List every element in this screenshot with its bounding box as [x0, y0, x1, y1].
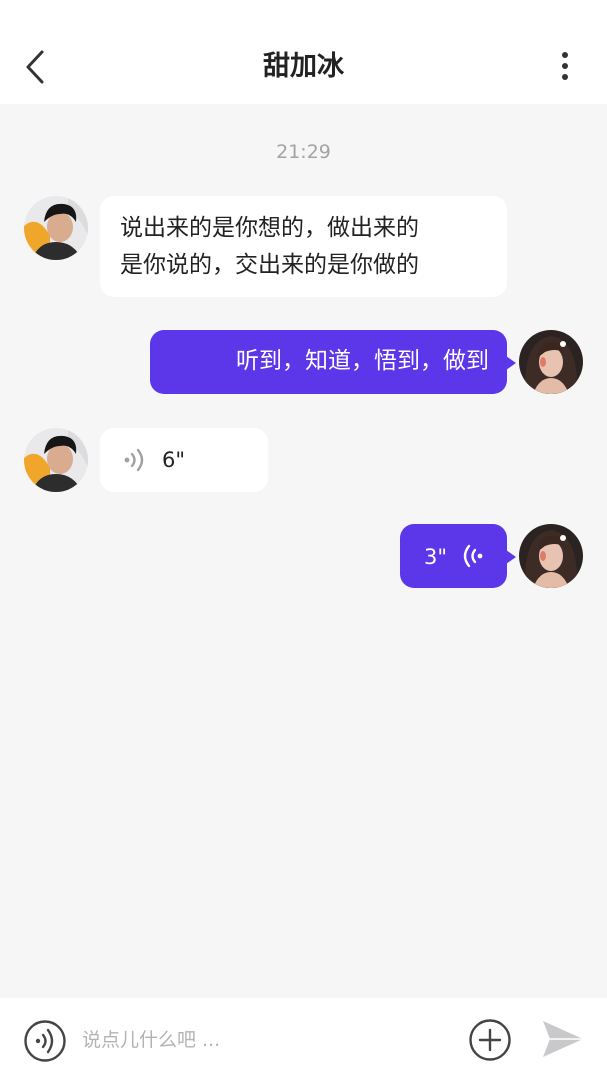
voice-wave-icon	[124, 448, 144, 472]
message-bubble-outgoing[interactable]: 听到，知道，悟到，做到	[150, 330, 516, 394]
message-input-bar	[0, 998, 607, 1080]
voice-duration: 6"	[162, 448, 186, 472]
send-button[interactable]	[541, 1019, 585, 1059]
message-text: 说出来的是你想的，做出来的 是你说的，交出来的是你做的	[120, 215, 419, 278]
voice-message-incoming[interactable]: 6"	[100, 428, 268, 492]
more-options-button[interactable]	[548, 48, 582, 84]
plus-circle-icon	[469, 1019, 511, 1061]
voice-wave-icon	[463, 544, 483, 568]
message-text: 听到，知道，悟到，做到	[236, 348, 489, 374]
message-input[interactable]	[82, 1022, 442, 1058]
send-icon	[543, 1021, 583, 1057]
back-button[interactable]	[18, 46, 54, 88]
voice-message-outgoing[interactable]: 3"	[400, 524, 516, 588]
vertical-dots-icon	[562, 52, 568, 80]
voice-duration: 3"	[424, 545, 448, 569]
add-attachment-button[interactable]	[468, 1018, 512, 1062]
chat-timestamp: 21:29	[276, 141, 331, 163]
chat-header: 甜加冰	[0, 0, 607, 104]
voice-mode-icon	[24, 1020, 66, 1062]
contact-avatar[interactable]	[24, 428, 88, 492]
contact-avatar[interactable]	[24, 196, 88, 260]
user-avatar[interactable]	[519, 524, 583, 588]
page-title: 甜加冰	[263, 51, 344, 82]
voice-mode-button[interactable]	[23, 1019, 67, 1063]
chevron-left-icon	[26, 50, 44, 84]
user-avatar[interactable]	[519, 330, 583, 394]
message-bubble-incoming[interactable]: 说出来的是你想的，做出来的 是你说的，交出来的是你做的	[100, 196, 507, 297]
